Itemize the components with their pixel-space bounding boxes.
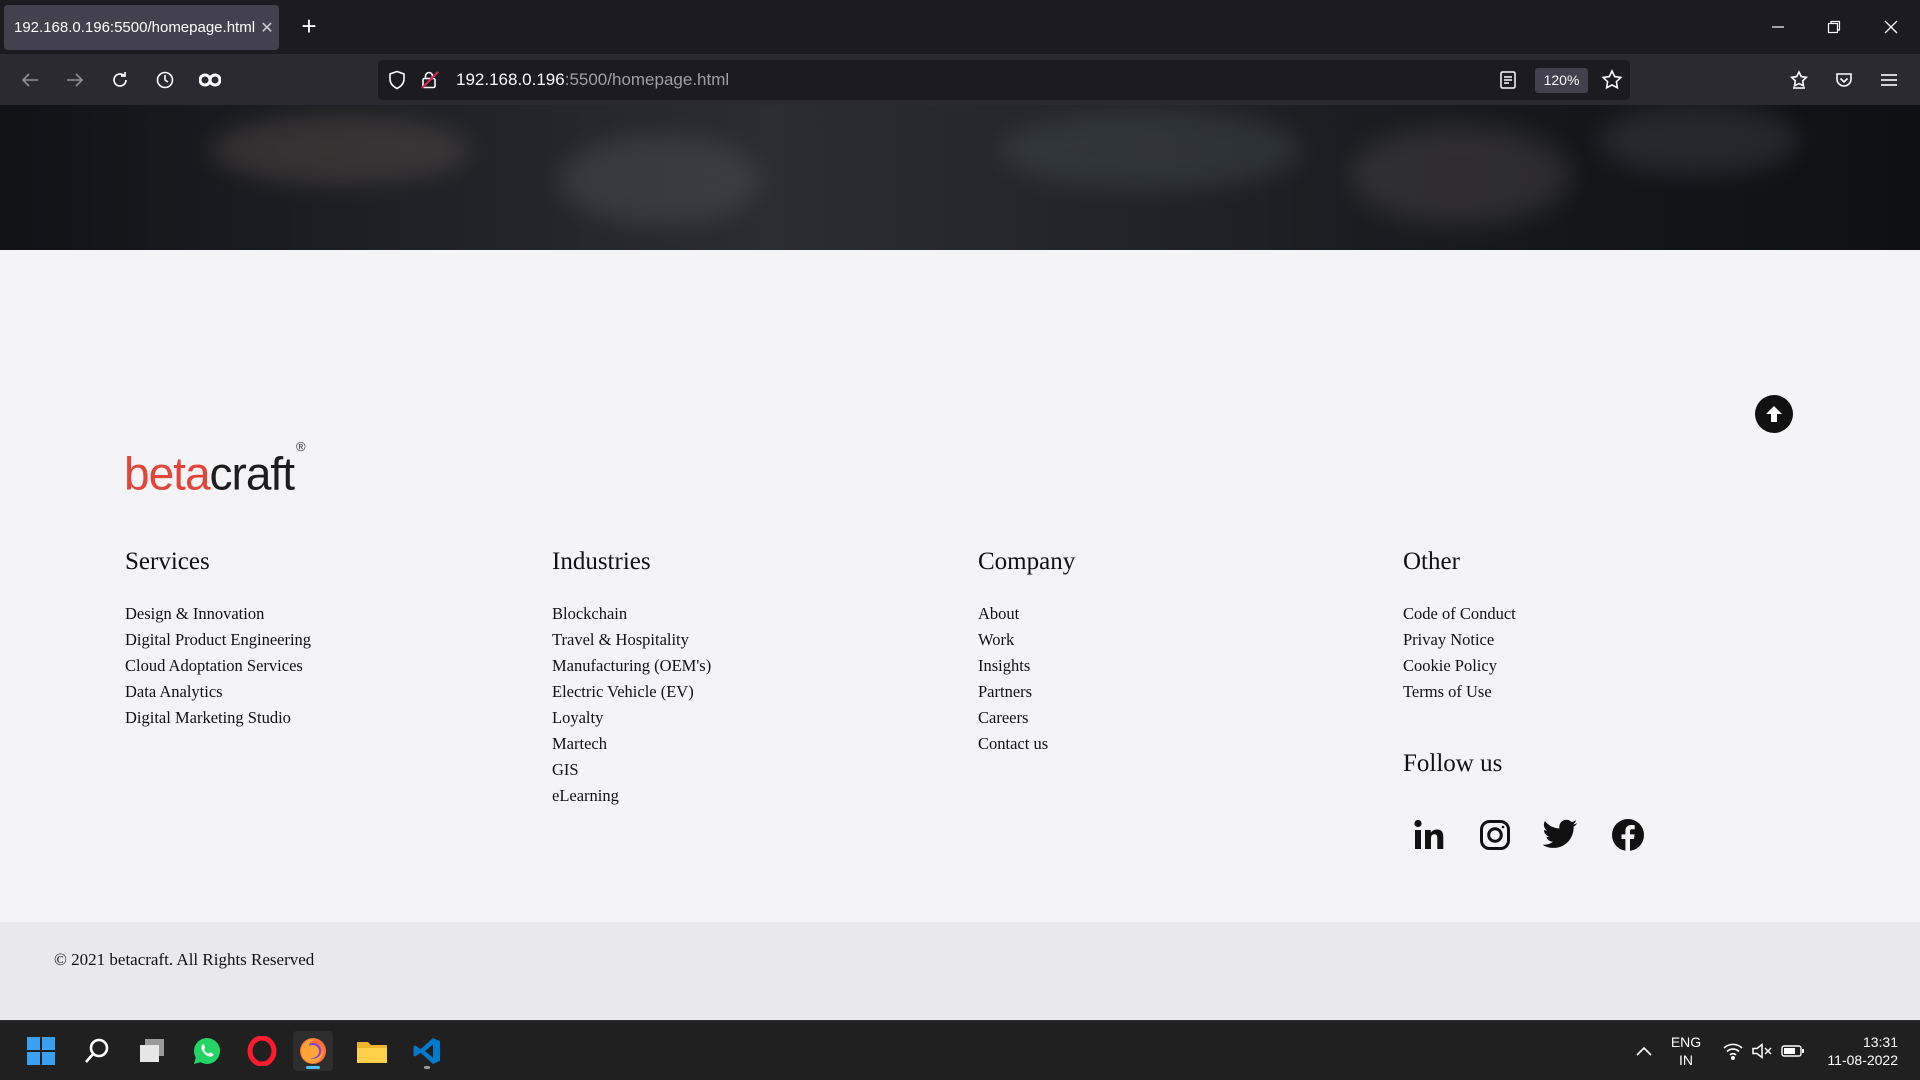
insecure-lock-icon[interactable]: [421, 70, 439, 95]
footer-link[interactable]: Cloud Adoptation Services: [125, 653, 311, 679]
instagram-icon[interactable]: [1475, 815, 1515, 855]
language-code: ENG: [1670, 1034, 1702, 1050]
running-app-indicator: [424, 1066, 430, 1069]
url-bar[interactable]: 192.168.0.196:5500/homepage.html 120%: [378, 60, 1630, 100]
footer-link[interactable]: Blockchain: [552, 601, 711, 627]
footer-link[interactable]: Contact us: [978, 731, 1075, 757]
bookmark-star-icon[interactable]: [1601, 69, 1623, 96]
linkedin-icon[interactable]: [1410, 815, 1450, 855]
tracking-shield-icon[interactable]: [388, 70, 406, 95]
column-title: Services: [125, 548, 210, 575]
whatsapp-icon[interactable]: [187, 1031, 227, 1071]
footer-link[interactable]: Partners: [978, 679, 1075, 705]
copyright-text: © 2021 betacraft. All Rights Reserved: [54, 950, 315, 969]
clock-time: 13:31: [1862, 1034, 1898, 1050]
forward-icon[interactable]: [60, 65, 90, 95]
footer-link[interactable]: eLearning: [552, 783, 711, 809]
url-host: 192.168.0.196: [456, 70, 565, 89]
url-text[interactable]: 192.168.0.196:5500/homepage.html: [456, 70, 729, 90]
column-title: Industries: [552, 548, 651, 575]
footer-link[interactable]: About: [978, 601, 1075, 627]
footer-link[interactable]: Work: [978, 627, 1075, 653]
search-icon[interactable]: [77, 1031, 117, 1071]
logo-text-craft: craft: [209, 447, 295, 500]
close-tab-icon[interactable]: ✕: [255, 18, 279, 38]
arrow-up-icon: [1766, 406, 1782, 422]
active-app-indicator: [306, 1066, 320, 1069]
footer-link[interactable]: Electric Vehicle (EV): [552, 679, 711, 705]
menu-hamburger-icon[interactable]: [1874, 65, 1904, 95]
footer-link[interactable]: Code of Conduct: [1403, 601, 1516, 627]
footer-link[interactable]: Digital Marketing Studio: [125, 705, 311, 731]
betacraft-logo[interactable]: betacraft®: [124, 439, 306, 501]
region-code: IN: [1679, 1052, 1693, 1068]
browser-toolbar: 192.168.0.196:5500/homepage.html 120%: [0, 54, 1920, 105]
firefox-icon[interactable]: [293, 1031, 333, 1071]
footer-link[interactable]: Design & Innovation: [125, 601, 311, 627]
pocket-icon[interactable]: [1829, 65, 1859, 95]
opera-icon[interactable]: [242, 1031, 282, 1071]
task-view-icon[interactable]: [132, 1031, 172, 1071]
private-browsing-icon[interactable]: [195, 65, 225, 95]
footer-column-industries: Industries Blockchain Travel & Hospitali…: [552, 545, 711, 809]
battery-icon[interactable]: [1773, 1031, 1813, 1071]
footer-link[interactable]: Martech: [552, 731, 711, 757]
close-window-icon[interactable]: [1876, 12, 1906, 42]
start-icon[interactable]: [21, 1031, 61, 1071]
column-title: Other: [1403, 548, 1460, 575]
clock-date: 11-08-2022: [1827, 1052, 1898, 1068]
clock[interactable]: 13:31 11-08-2022: [1812, 1033, 1912, 1069]
scroll-to-top-button[interactable]: [1755, 395, 1793, 433]
hero-background-image: [0, 105, 1920, 250]
footer-link[interactable]: Travel & Hospitality: [552, 627, 711, 653]
reader-view-icon[interactable]: [1499, 70, 1517, 95]
extensions-icon[interactable]: [1784, 65, 1814, 95]
windows-taskbar: ENG IN 13:31 11-08-2022: [0, 1020, 1920, 1080]
facebook-icon[interactable]: [1608, 815, 1648, 855]
footer-link[interactable]: Manufacturing (OEM's): [552, 653, 711, 679]
footer-column-services: Services Design & Innovation Digital Pro…: [125, 545, 311, 731]
footer-link[interactable]: Loyalty: [552, 705, 711, 731]
show-hidden-icons-chevron-icon[interactable]: [1624, 1031, 1664, 1071]
browser-tab[interactable]: 192.168.0.196:5500/homepage.html ✕: [4, 5, 279, 50]
file-explorer-icon[interactable]: [352, 1031, 392, 1071]
footer-column-company: Company About Work Insights Partners Car…: [978, 545, 1075, 757]
footer-link[interactable]: Data Analytics: [125, 679, 311, 705]
history-icon[interactable]: [150, 65, 180, 95]
reload-icon[interactable]: [105, 65, 135, 95]
registered-mark: ®: [296, 439, 306, 454]
logo-text-beta: beta: [124, 447, 211, 500]
minimize-icon[interactable]: [1763, 12, 1793, 42]
browser-tab-bar: 192.168.0.196:5500/homepage.html ✕ +: [0, 0, 1920, 54]
footer-link[interactable]: Cookie Policy: [1403, 653, 1516, 679]
vscode-icon[interactable]: [407, 1031, 447, 1071]
tab-title: 192.168.0.196:5500/homepage.html: [14, 19, 255, 36]
follow-us-title: Follow us: [1403, 750, 1503, 777]
url-path: :5500/homepage.html: [564, 70, 730, 89]
footer-link[interactable]: Careers: [978, 705, 1075, 731]
back-icon[interactable]: [15, 65, 45, 95]
restore-icon[interactable]: [1819, 12, 1849, 42]
footer-link[interactable]: Terms of Use: [1403, 679, 1516, 705]
footer-column-other: Other Code of Conduct Privay Notice Cook…: [1403, 545, 1516, 705]
footer-link[interactable]: Insights: [978, 653, 1075, 679]
twitter-icon[interactable]: [1540, 815, 1580, 855]
footer-link[interactable]: Digital Product Engineering: [125, 627, 311, 653]
column-title: Company: [978, 548, 1076, 575]
copyright-bar: © 2021 betacraft. All Rights Reserved: [0, 922, 1920, 1020]
new-tab-icon[interactable]: +: [295, 12, 323, 40]
footer-link[interactable]: Privay Notice: [1403, 627, 1516, 653]
zoom-level-badge[interactable]: 120%: [1535, 68, 1588, 93]
language-indicator[interactable]: ENG IN: [1664, 1033, 1708, 1069]
footer-link[interactable]: GIS: [552, 757, 711, 783]
